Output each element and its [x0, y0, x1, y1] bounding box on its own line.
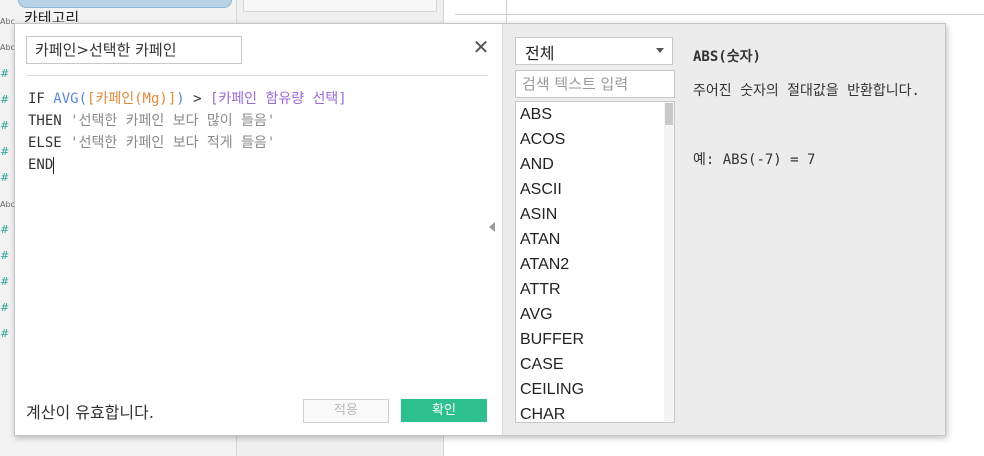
- keyword-end: END: [28, 157, 54, 173]
- formula-line-2: THEN '선택한 카페인 보다 많이 들음': [28, 110, 488, 132]
- paren-close: ): [176, 91, 185, 107]
- field-type-icon: #: [0, 223, 10, 236]
- function-category-dropdown[interactable]: 전체: [515, 37, 673, 65]
- keyword-if: IF: [28, 91, 54, 107]
- calculation-name-input[interactable]: [26, 36, 242, 64]
- function-list-item[interactable]: ASIN: [516, 202, 674, 227]
- function-list-item[interactable]: ACOS: [516, 127, 674, 152]
- category-field-label[interactable]: 카테고리: [24, 6, 79, 22]
- function-search-input[interactable]: [515, 70, 675, 98]
- field-type-icon: #: [0, 171, 10, 184]
- field-type-icon: Abc: [0, 43, 15, 52]
- field-type-icon: #: [0, 249, 10, 262]
- field-type-icon: #: [0, 93, 10, 106]
- string-literal: '선택한 카페인 보다 많이 들음': [70, 113, 276, 129]
- calculation-dialog: ✕ IF AVG([카페인(Mg)]) > [카페인 함유량 선택]THEN '…: [14, 23, 946, 436]
- formula-line-1: IF AVG([카페인(Mg)]) > [카페인 함유량 선택]: [28, 88, 488, 110]
- keyword-else: ELSE: [28, 135, 71, 151]
- field-type-icon: Abc: [0, 17, 15, 26]
- scrollbar-thumb[interactable]: [665, 103, 673, 125]
- chevron-down-icon: [656, 48, 664, 53]
- divider: [26, 75, 488, 76]
- function-reference-pane: 전체 ABS ACOS AND ASCII ASIN ATAN ATAN2 AT…: [503, 24, 945, 435]
- function-list-item[interactable]: ASCII: [516, 177, 674, 202]
- function-list-item[interactable]: ABS: [516, 102, 674, 127]
- collapse-panel-icon[interactable]: [489, 222, 495, 232]
- field-type-icon: #: [0, 327, 10, 340]
- function-avg: AVG: [53, 91, 79, 107]
- view-divider-vertical: [506, 0, 507, 24]
- dropdown-selected-value: 전체: [525, 44, 555, 63]
- formula-line-4: END: [28, 154, 488, 176]
- shelf-slot[interactable]: [243, 0, 437, 12]
- function-help-title: ABS(숫자): [693, 49, 761, 65]
- string-literal: '선택한 카페인 보다 적게 들음': [70, 135, 276, 151]
- formula-editor[interactable]: IF AVG([카페인(Mg)]) > [카페인 함유량 선택] THEN '선택…: [28, 88, 488, 176]
- function-list-item[interactable]: AND: [516, 152, 674, 177]
- function-help-example: 예: ABS(-7) = 7: [693, 152, 816, 168]
- close-icon[interactable]: ✕: [472, 37, 490, 57]
- view-divider: [455, 14, 984, 15]
- operator: >: [184, 91, 210, 107]
- function-list-item[interactable]: CASE: [516, 352, 674, 377]
- function-help-description: 주어진 숫자의 절대값을 반환합니다.: [693, 83, 920, 99]
- function-list-item[interactable]: ATAN2: [516, 252, 674, 277]
- apply-button[interactable]: 적용: [303, 399, 389, 423]
- field-reference: [카페인(Mg)]: [87, 91, 177, 107]
- field-type-icon: #: [0, 145, 10, 158]
- function-list-item[interactable]: ATTR: [516, 277, 674, 302]
- field-type-icon: Abc: [0, 200, 15, 209]
- parameter-reference: [카페인 함유량 선택]: [209, 91, 347, 107]
- function-list-item[interactable]: BUFFER: [516, 327, 674, 352]
- function-list-item[interactable]: ATAN: [516, 227, 674, 252]
- function-list-item[interactable]: CEILING: [516, 377, 674, 402]
- validation-status: 계산이 유효합니다.: [26, 403, 154, 422]
- paren-open: (: [78, 91, 88, 107]
- keyword-then: THEN: [28, 113, 71, 129]
- function-list[interactable]: ABS ACOS AND ASCII ASIN ATAN ATAN2 ATTR …: [515, 101, 675, 423]
- function-list-item[interactable]: AVG: [516, 302, 674, 327]
- calculation-editor-pane: ✕ IF AVG([카페인(Mg)]) > [카페인 함유량 선택]THEN '…: [15, 24, 503, 435]
- scrollbar-track[interactable]: [664, 102, 674, 422]
- ok-button[interactable]: 확인: [401, 399, 487, 422]
- field-type-icon: #: [0, 67, 10, 80]
- field-type-icon: #: [0, 275, 10, 288]
- formula-line-3: ELSE '선택한 카페인 보다 적게 들음': [28, 132, 488, 154]
- field-type-icon: #: [0, 119, 10, 132]
- text-caret: [53, 156, 55, 174]
- function-list-item[interactable]: CHAR: [516, 402, 674, 422]
- field-type-icon: #: [0, 301, 10, 314]
